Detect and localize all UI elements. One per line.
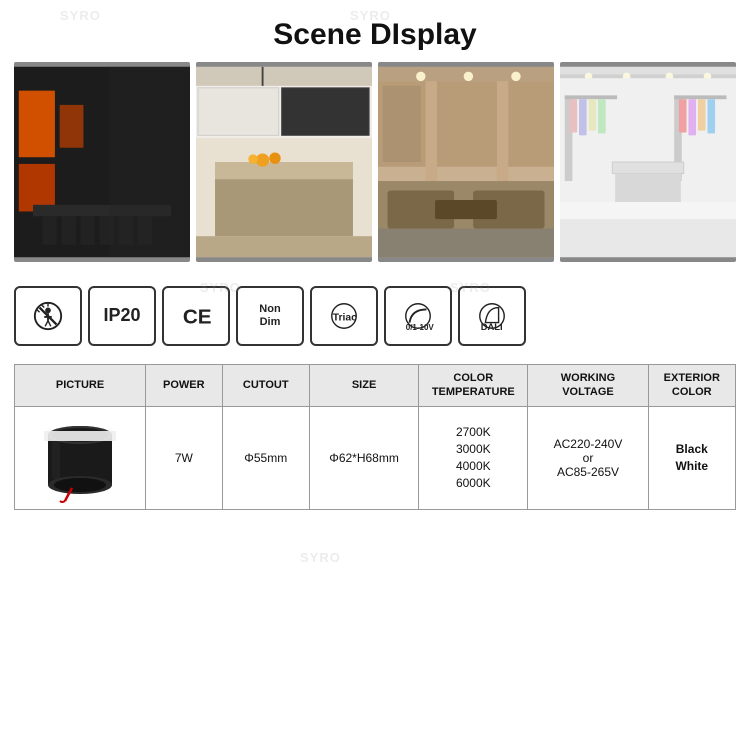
scene-images-row [0, 62, 750, 262]
icon-0-1-10v: 0/1-10V [384, 286, 452, 346]
watermark-5: SYRO [300, 550, 341, 565]
col-header-power: POWER [146, 365, 222, 407]
col-header-picture: PICTURE [15, 365, 146, 407]
temp-4000k: 4000K [456, 459, 491, 473]
col-header-size: SIZE [309, 365, 418, 407]
col-header-cutout: CUTOUT [222, 365, 309, 407]
scene-image-3 [378, 62, 554, 262]
icon-antiglare [14, 286, 82, 346]
svg-text:Triac: Triac [333, 313, 357, 324]
product-image [30, 413, 130, 503]
cutout-cell: Φ55mm [222, 406, 309, 509]
icon-ip20: IP20 [88, 286, 156, 346]
temp-3000k: 3000K [456, 442, 491, 456]
svg-text:DALI: DALI [481, 321, 503, 332]
icon-dali: DALI [458, 286, 526, 346]
color-black: Black [676, 442, 708, 456]
scene-image-1 [14, 62, 190, 262]
icons-row: IP20 CE NonDim Triac 0/1-10V DALI [0, 276, 750, 356]
size-cell: Φ62*H68mm [309, 406, 418, 509]
page-title: Scene DIsplay [0, 18, 750, 52]
col-header-exterior-color: EXTERIORCOLOR [648, 365, 735, 407]
title-section: Scene DIsplay [0, 0, 750, 62]
col-header-color-temp: COLORTEMPERATURE [419, 365, 528, 407]
product-picture-cell [15, 406, 146, 509]
color-temp-cell: 2700K 3000K 4000K 6000K [419, 406, 528, 509]
svg-text:0/1-10V: 0/1-10V [406, 323, 434, 332]
icon-ce: CE [162, 286, 230, 346]
color-white: White [675, 459, 708, 473]
working-voltage-cell: AC220-240V or AC85-265V [528, 406, 648, 509]
temp-6000k: 6000K [456, 476, 491, 490]
scene-image-4 [560, 62, 736, 262]
power-cell: 7W [146, 406, 222, 509]
ip20-label: IP20 [103, 306, 140, 326]
icon-non-dim: NonDim [236, 286, 304, 346]
spec-table: PICTURE POWER CUTOUT SIZE COLORTEMPERATU… [14, 364, 736, 510]
temp-2700k: 2700K [456, 425, 491, 439]
icon-triac: Triac [310, 286, 378, 346]
svg-text:CE: CE [183, 306, 212, 329]
exterior-color-cell: Black White [648, 406, 735, 509]
table-row: 7W Φ55mm Φ62*H68mm 2700K 3000K 4000K 600… [15, 406, 736, 509]
voltage-line2: or [583, 451, 594, 465]
scene-image-2 [196, 62, 372, 262]
col-header-working-voltage: WORKINGVOLTAGE [528, 365, 648, 407]
non-dim-label: NonDim [259, 303, 280, 329]
voltage-line1: AC220-240V [554, 437, 623, 451]
voltage-line3: AC85-265V [557, 465, 619, 479]
